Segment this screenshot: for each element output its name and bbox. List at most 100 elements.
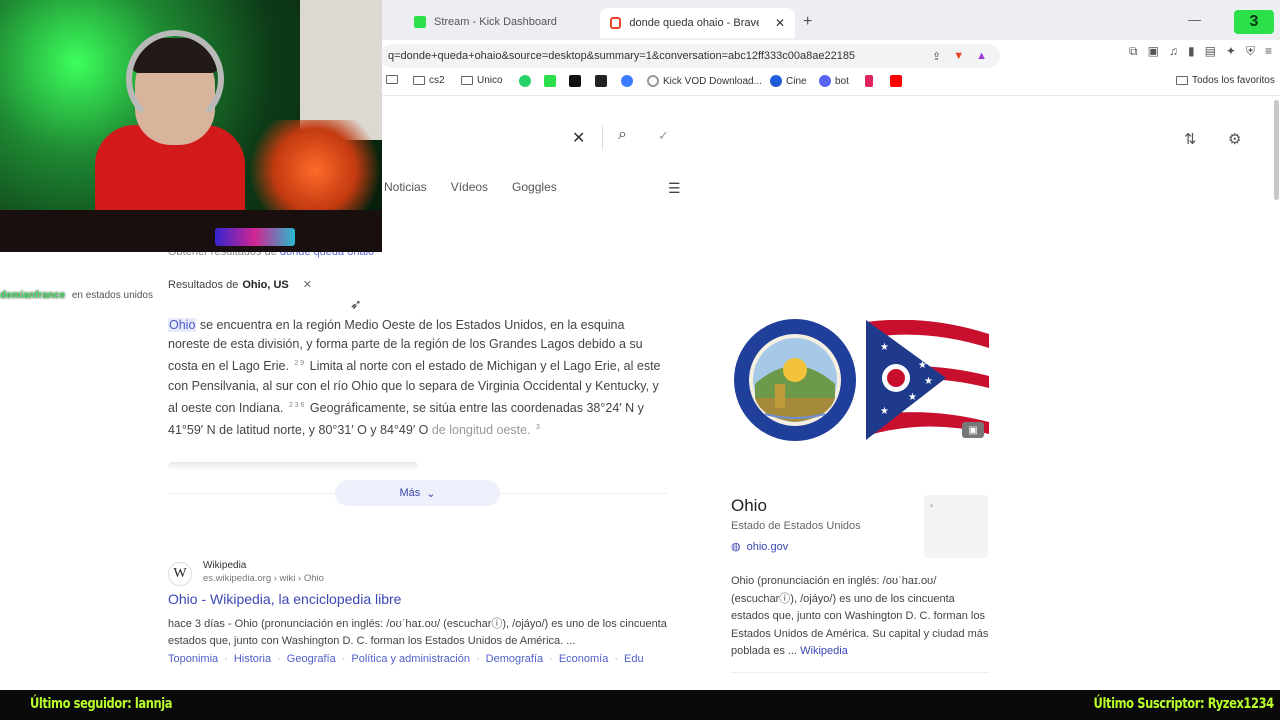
check-icon[interactable]: ✓ (658, 128, 669, 144)
share-icon[interactable]: ⇪ (932, 50, 941, 63)
clear-search-icon[interactable]: ✕ (572, 128, 585, 148)
bookmark-label: cs2 (429, 75, 445, 86)
kp-subtitle: Estado de Estados Unidos (731, 520, 861, 532)
vpn-icon[interactable]: ⛨ (1246, 44, 1255, 59)
broken-image-icon: ▫ (930, 501, 934, 512)
sidebar-icon[interactable]: ▮ (1188, 44, 1195, 59)
result-breadcrumb: es.wikipedia.org › wiki › Ohio (203, 573, 324, 584)
menu-icon[interactable]: ≡ (1265, 44, 1272, 59)
bookmark-music[interactable] (865, 75, 873, 87)
minimize-icon[interactable]: — (1188, 12, 1201, 27)
sitelink[interactable]: Toponimia (168, 653, 218, 665)
search-box[interactable]: ✕ ⌕ ✓ (384, 118, 688, 158)
new-tab-button[interactable]: + (803, 13, 812, 31)
separator-dot: · (224, 653, 228, 665)
extensions-icon[interactable]: ⧉ (1129, 44, 1138, 59)
kp-wikipedia-link[interactable]: Wikipedia (800, 645, 848, 657)
search-nav-tabs: Noticias Vídeos Goggles (384, 180, 557, 194)
reading-list-icon[interactable]: ▣ (1148, 44, 1159, 59)
bot-icon (819, 75, 831, 87)
bookmark-unico[interactable]: Unico (461, 75, 503, 86)
gear-icon[interactable]: ⚙ (1228, 130, 1241, 148)
kick-icon (414, 16, 426, 28)
tab-goggles[interactable]: Goggles (512, 180, 557, 194)
bookmark-whatsapp[interactable] (519, 75, 531, 87)
page-scrollbar[interactable] (1274, 100, 1279, 200)
result-site: Wikipedia (203, 560, 247, 571)
bookmark-folder[interactable] (386, 75, 398, 84)
chat-text: en estados unidos (71, 290, 153, 301)
summary-fade (168, 462, 418, 470)
brave-rewards-icon[interactable]: ▲ (976, 50, 987, 62)
sitelink[interactable]: Historia (234, 653, 271, 665)
chevron-down-icon: ⌄ (426, 487, 436, 500)
sort-icon[interactable]: ⇅ (1184, 130, 1197, 148)
bookmark-label: Kick VOD Download... (663, 75, 762, 87)
globe-icon: ◍ (731, 541, 741, 553)
citation-refs[interactable]: 2 3 6 (289, 402, 305, 409)
sitelink[interactable]: Economía (559, 653, 609, 665)
divider (731, 672, 989, 673)
brave-icon (610, 17, 622, 29)
brave-shield-icon[interactable]: ▼ (953, 50, 964, 62)
bookmark-bot[interactable]: bot (819, 75, 849, 87)
tab-label: donde queda ohaio - Brave Sear (629, 17, 759, 29)
address-bar[interactable]: q=donde+queda+ohaio&source=desktop&summa… (380, 44, 1000, 68)
sitelink[interactable]: Política y administración (351, 653, 470, 665)
citation-refs[interactable]: 3 (536, 424, 540, 431)
sitelink[interactable]: Geografía (287, 653, 336, 665)
bookmark-label: Unico (477, 75, 503, 86)
sitelink[interactable]: Edu (624, 653, 644, 665)
separator-dot: · (341, 653, 346, 665)
stream-badge-count: 3 (1249, 13, 1259, 30)
folder-icon (461, 76, 473, 85)
filters-icon[interactable]: ☰ (668, 180, 681, 197)
kp-description: Ohio (pronunciación en inglés: /oʊˈhaɪ.o… (731, 573, 993, 661)
image-gallery-icon[interactable]: ▣ (962, 422, 984, 438)
more-button[interactable]: Más ⌄ (335, 480, 500, 506)
bookmark-c[interactable] (621, 75, 633, 87)
all-bookmarks[interactable]: Todos los favoritos (1176, 75, 1275, 86)
last-follower: Último seguidor: lannja (30, 696, 173, 712)
svg-text:★: ★ (918, 360, 927, 371)
bookmark-label: Cine (786, 75, 807, 87)
result-title[interactable]: Ohio - Wikipedia, la enciclopedia libre (168, 591, 401, 607)
tab-kick-dashboard[interactable]: Stream - Kick Dashboard (404, 8, 594, 36)
bookmark-capcut[interactable] (595, 75, 607, 87)
media-icon[interactable]: ♫ (1169, 44, 1178, 59)
search-icon[interactable]: ⌕ (618, 126, 627, 144)
bookmark-cs2[interactable]: cs2 (413, 75, 445, 86)
sitelink[interactable]: Demografía (486, 653, 543, 665)
url-text: q=donde+queda+ohaio&source=desktop&summa… (388, 50, 856, 62)
summary-highlight[interactable]: Ohio (168, 318, 197, 332)
stream-badge: 3 (1234, 10, 1274, 34)
separator-dot: · (549, 653, 553, 665)
svg-text:★: ★ (880, 342, 889, 353)
desk (0, 210, 382, 252)
tab-brave-search[interactable]: donde queda ohaio - Brave Sear ✕ (600, 8, 795, 38)
tab-noticias[interactable]: Noticias (384, 180, 427, 194)
folder-icon (386, 75, 398, 84)
bookmark-label: Todos los favoritos (1192, 75, 1275, 86)
citation-refs[interactable]: 2 9 (294, 360, 304, 367)
kick-icon (544, 75, 556, 87)
bookmark-label: bot (835, 75, 849, 87)
bookmark-youtube[interactable] (890, 75, 902, 87)
kp-website[interactable]: ◍ ohio.gov (731, 540, 788, 554)
bookmark-kick-vod[interactable]: Kick VOD Download... (647, 75, 762, 87)
chat-message: demianfrance en estados unidos (0, 290, 153, 301)
bookmark-tiktok[interactable] (569, 75, 581, 87)
close-tab-icon[interactable]: ✕ (775, 16, 785, 30)
bookmark-kick[interactable] (544, 75, 556, 87)
tab-videos[interactable]: Vídeos (451, 180, 488, 194)
remove-location-icon[interactable]: ✕ (303, 278, 312, 291)
wallet-icon[interactable]: ▤ (1205, 44, 1216, 59)
capcut-icon (595, 75, 607, 87)
download-icon (647, 75, 659, 87)
kp-thumbnail[interactable]: ▫ (924, 495, 988, 558)
bookmark-cine[interactable]: Cine (770, 75, 807, 87)
ohio-seal-image[interactable] (733, 318, 857, 442)
folder-icon (413, 76, 425, 85)
leo-ai-icon[interactable]: ✦ (1226, 44, 1236, 59)
headset (126, 30, 224, 128)
